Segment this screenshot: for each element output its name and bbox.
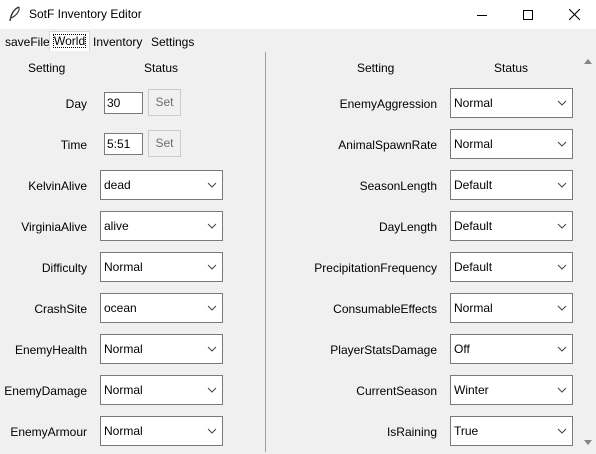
left-setting-header: Setting [28, 61, 66, 75]
precipitationfrequency-label: PrecipitationFrequency [314, 261, 437, 275]
close-icon [568, 9, 580, 20]
animalspawnrate-value: Normal [454, 137, 493, 151]
chevron-down-icon [207, 346, 217, 352]
chevron-down-icon [557, 387, 567, 393]
column-divider [265, 52, 266, 452]
animalspawnrate-select[interactable]: Normal [450, 129, 573, 159]
virginiaalive-select[interactable]: alive [100, 211, 223, 241]
difficulty-select[interactable]: Normal [100, 252, 223, 282]
enemyarmour-label: EnemyArmour [10, 425, 87, 439]
scroll-up-arrow-icon[interactable] [583, 57, 593, 65]
chevron-down-icon [557, 182, 567, 188]
day-label: Day [65, 97, 87, 111]
title-bar: SotF Inventory Editor [0, 0, 596, 29]
enemyaggression-select[interactable]: Normal [450, 88, 573, 118]
daylength-select[interactable]: Default [450, 211, 573, 241]
day-input[interactable]: 30 [104, 92, 143, 114]
enemydamage-value: Normal [104, 383, 143, 397]
chevron-down-icon [207, 387, 217, 393]
maximize-icon [523, 9, 533, 20]
tab-settings[interactable]: Settings [148, 33, 197, 51]
minimize-icon [477, 14, 487, 16]
enemyhealth-label: EnemyHealth [14, 343, 87, 357]
virginiaalive-label: VirginiaAlive [21, 220, 87, 234]
left-status-header: Status [144, 61, 179, 75]
consumableeffects-label: ConsumableEffects [333, 302, 437, 316]
playerstatsdamage-value: Off [454, 342, 470, 356]
tab-inventory[interactable]: Inventory [90, 33, 145, 51]
enemyhealth-select[interactable]: Normal [100, 334, 223, 364]
precipitationfrequency-select[interactable]: Default [450, 252, 573, 282]
vertical-scrollbar[interactable] [579, 52, 596, 452]
day-set-button[interactable]: Set [148, 89, 181, 116]
seasonlength-label: SeasonLength [359, 179, 437, 193]
time-set-button[interactable]: Set [148, 130, 181, 157]
animalspawnrate-label: AnimalSpawnRate [338, 138, 437, 152]
chevron-down-icon [557, 100, 567, 106]
feather-icon [9, 6, 20, 22]
maximize-button[interactable] [505, 0, 551, 29]
crashsite-select[interactable]: ocean [100, 293, 223, 323]
chevron-down-icon [207, 305, 217, 311]
playerstatsdamage-select[interactable]: Off [450, 334, 573, 364]
kelvinalive-label: KelvinAlive [28, 179, 87, 193]
currentseason-select[interactable]: Winter [450, 375, 573, 405]
virginiaalive-value: alive [104, 219, 129, 233]
difficulty-value: Normal [104, 260, 143, 274]
tab-world[interactable]: World [49, 31, 91, 51]
minimize-button[interactable] [459, 0, 505, 29]
chevron-down-icon [557, 346, 567, 352]
right-setting-header: Setting [357, 61, 395, 75]
chevron-down-icon [207, 182, 217, 188]
enemyarmour-select[interactable]: Normal [100, 416, 223, 446]
crashsite-value: ocean [104, 301, 137, 315]
seasonlength-value: Default [454, 178, 493, 192]
time-input[interactable]: 5:51 [104, 133, 143, 155]
chevron-down-icon [207, 223, 217, 229]
crashsite-label: CrashSite [34, 302, 87, 316]
chevron-down-icon [557, 428, 567, 434]
tab-bar: saveFile World Inventory Settings [0, 29, 596, 51]
daylength-value: Default [454, 219, 493, 233]
kelvinalive-select[interactable]: dead [100, 170, 223, 200]
kelvinalive-value: dead [104, 178, 131, 192]
enemyaggression-label: EnemyAggression [339, 97, 437, 111]
chevron-down-icon [557, 223, 567, 229]
enemyarmour-value: Normal [104, 424, 143, 438]
enemydamage-label: EnemyDamage [4, 384, 87, 398]
seasonlength-select[interactable]: Default [450, 170, 573, 200]
enemyaggression-value: Normal [454, 96, 493, 110]
window-title: SotF Inventory Editor [29, 7, 142, 21]
currentseason-value: Winter [454, 383, 489, 397]
chevron-down-icon [207, 428, 217, 434]
consumableeffects-value: Normal [454, 301, 493, 315]
enemyhealth-value: Normal [104, 342, 143, 356]
chevron-down-icon [207, 264, 217, 270]
right-status-header: Status [494, 61, 529, 75]
israining-select[interactable]: True [450, 416, 573, 446]
enemydamage-select[interactable]: Normal [100, 375, 223, 405]
scroll-down-arrow-icon[interactable] [583, 439, 593, 447]
tab-savefile[interactable]: saveFile [2, 33, 53, 51]
consumableeffects-select[interactable]: Normal [450, 293, 573, 323]
chevron-down-icon [557, 305, 567, 311]
daylength-label: DayLength [378, 220, 437, 234]
playerstatsdamage-label: PlayerStatsDamage [330, 343, 437, 357]
difficulty-label: Difficulty [41, 261, 87, 275]
israining-label: IsRaining [386, 425, 437, 439]
close-button[interactable] [551, 0, 596, 29]
israining-value: True [454, 424, 479, 438]
precipitationfrequency-value: Default [454, 260, 493, 274]
chevron-down-icon [557, 141, 567, 147]
chevron-down-icon [557, 264, 567, 270]
currentseason-label: CurrentSeason [356, 384, 437, 398]
time-label: Time [60, 138, 87, 152]
